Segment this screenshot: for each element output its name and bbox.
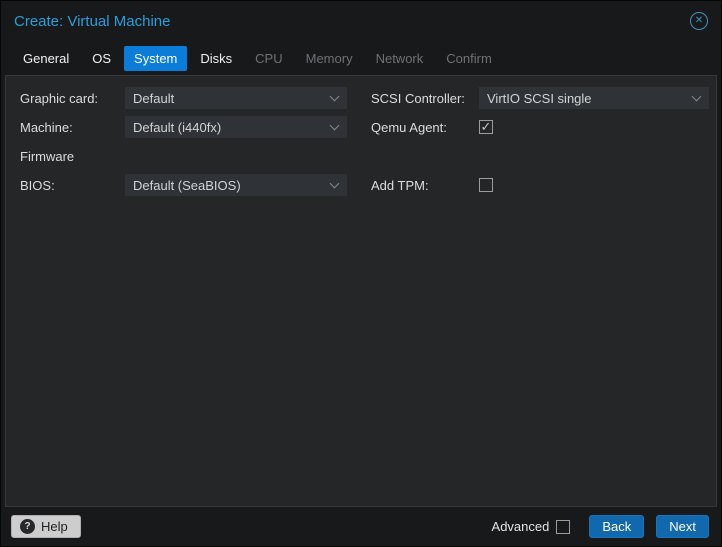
- machine-select[interactable]: Default (i440fx): [125, 116, 347, 138]
- add-tpm-checkbox[interactable]: [479, 178, 493, 192]
- tab-os[interactable]: OS: [82, 46, 121, 71]
- machine-value: Default (i440fx): [133, 119, 222, 135]
- bios-row: BIOS: Default (SeaBIOS): [15, 174, 347, 196]
- advanced-label: Advanced: [491, 519, 550, 534]
- next-button[interactable]: Next: [656, 515, 709, 538]
- chevron-down-icon: [691, 91, 702, 102]
- help-button[interactable]: Help: [11, 515, 81, 538]
- help-button-label: Help: [41, 519, 68, 534]
- tab-cpu: CPU: [255, 50, 283, 66]
- scsi-controller-label: SCSI Controller:: [371, 90, 465, 106]
- graphic-card-select[interactable]: Default: [125, 87, 347, 109]
- scsi-controller-value: VirtIO SCSI single: [487, 90, 592, 106]
- qemu-agent-label: Qemu Agent:: [371, 119, 447, 135]
- close-icon[interactable]: [690, 12, 708, 30]
- machine-label: Machine:: [20, 119, 73, 135]
- form-column-left: Graphic card: Default Machine: Default (…: [15, 87, 347, 203]
- chevron-down-icon: [329, 178, 340, 189]
- tab-general[interactable]: General: [13, 46, 79, 71]
- dialog-titlebar: Create: Virtual Machine: [1, 1, 721, 41]
- qemu-agent-checkbox[interactable]: [479, 120, 493, 134]
- tab-disks[interactable]: Disks: [190, 46, 242, 71]
- tab-memory: Memory: [305, 50, 353, 66]
- create-vm-dialog: Create: Virtual Machine General OS Syste…: [0, 0, 722, 547]
- add-tpm-row: Add TPM:: [371, 174, 709, 196]
- footer-actions: Advanced Back Next: [492, 515, 709, 538]
- bios-label: BIOS:: [20, 177, 55, 193]
- add-tpm-label: Add TPM:: [371, 177, 429, 193]
- machine-row: Machine: Default (i440fx): [15, 116, 347, 138]
- tab-network: Network: [375, 50, 424, 66]
- bios-value: Default (SeaBIOS): [133, 177, 241, 193]
- spacer-row: [371, 145, 709, 167]
- question-circle-icon: [20, 519, 35, 534]
- scsi-controller-row: SCSI Controller: VirtIO SCSI single: [371, 87, 709, 109]
- bios-select[interactable]: Default (SeaBIOS): [125, 174, 347, 196]
- scsi-controller-select[interactable]: VirtIO SCSI single: [479, 87, 709, 109]
- chevron-down-icon: [329, 120, 340, 131]
- dialog-title: Create: Virtual Machine: [14, 12, 171, 30]
- back-button[interactable]: Back: [589, 515, 645, 538]
- advanced-checkbox[interactable]: [556, 519, 571, 534]
- graphic-card-label: Graphic card:: [20, 90, 99, 106]
- chevron-down-icon: [329, 91, 340, 102]
- firmware-section-label: Firmware: [20, 148, 75, 164]
- tab-confirm: Confirm: [446, 50, 492, 66]
- system-form-panel: Graphic card: Default Machine: Default (…: [5, 75, 717, 507]
- tab-system[interactable]: System: [124, 45, 188, 71]
- wizard-tab-bar: General OS System Disks CPU Memory Netwo…: [1, 41, 721, 75]
- graphic-card-value: Default: [133, 90, 175, 106]
- firmware-row: Firmware: [15, 145, 347, 167]
- qemu-agent-row: Qemu Agent:: [371, 116, 709, 138]
- dialog-footer: Help Advanced Back Next: [1, 507, 721, 546]
- graphic-card-row: Graphic card: Default: [15, 87, 347, 109]
- form-column-right: SCSI Controller: VirtIO SCSI single Qemu…: [371, 87, 709, 203]
